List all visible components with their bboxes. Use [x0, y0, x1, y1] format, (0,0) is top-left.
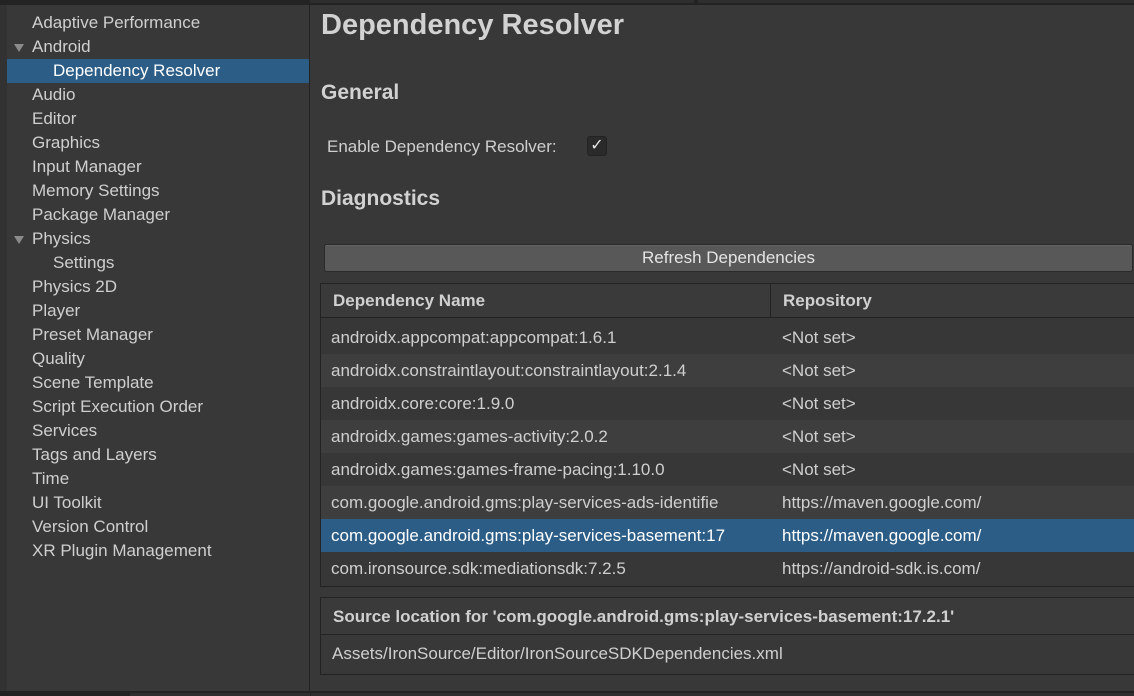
repository-cell: <Not set> — [782, 460, 856, 479]
dependency-name-cell: com.ironsource.sdk:mediationsdk:7.2.5 — [331, 559, 626, 578]
checkmark-icon: ✓ — [590, 137, 604, 154]
project-settings-window: Adaptive Performance Android Dependency … — [0, 0, 1134, 696]
dependency-name-cell: androidx.games:games-frame-pacing:1.10.0 — [331, 460, 665, 479]
dependency-name-cell: com.google.android.gms:play-services-bas… — [331, 526, 726, 545]
sidebar-item-quality[interactable]: Quality — [7, 347, 309, 371]
sidebar-item-physics-settings[interactable]: Settings — [7, 251, 309, 275]
repository-cell: <Not set> — [782, 394, 856, 413]
sidebar-item-tags-and-layers[interactable]: Tags and Layers — [7, 443, 309, 467]
table-header: Dependency Name Repository — [321, 284, 1134, 318]
source-location-panel: Source location for 'com.google.android.… — [320, 597, 1134, 675]
repository-cell: <Not set> — [782, 427, 856, 446]
repository-cell: https://maven.google.com/ — [782, 526, 982, 545]
sidebar-item-memory-settings[interactable]: Memory Settings — [7, 179, 309, 203]
sidebar-item-version-control[interactable]: Version Control — [7, 515, 309, 539]
column-header-dependency-name[interactable]: Dependency Name — [321, 284, 770, 318]
sidebar-item-adaptive-performance[interactable]: Adaptive Performance — [7, 11, 309, 35]
dependency-name-cell: androidx.appcompat:appcompat:1.6.1 — [331, 328, 617, 347]
sidebar-item-player[interactable]: Player — [7, 299, 309, 323]
repository-cell: <Not set> — [782, 328, 856, 347]
dependency-name-cell: androidx.games:games-activity:2.0.2 — [331, 427, 608, 446]
bottom-edge — [0, 691, 1134, 696]
sidebar-item-scene-template[interactable]: Scene Template — [7, 371, 309, 395]
diagnostics-heading: Diagnostics — [321, 187, 441, 210]
table-row[interactable]: com.ironsource.sdk:mediationsdk:7.2.5 ht… — [321, 552, 1134, 585]
refresh-dependencies-button[interactable]: Refresh Dependencies — [324, 244, 1133, 272]
table-row[interactable]: androidx.constraintlayout:constraintlayo… — [321, 354, 1134, 387]
sidebar-item-package-manager[interactable]: Package Manager — [7, 203, 309, 227]
dependency-name-cell: com.google.android.gms:play-services-ads… — [331, 493, 719, 512]
sidebar-item-services[interactable]: Services — [7, 419, 309, 443]
sidebar-item-android[interactable]: Android — [7, 35, 309, 59]
sidebar-item-preset-manager[interactable]: Preset Manager — [7, 323, 309, 347]
sidebar-item-ui-toolkit[interactable]: UI Toolkit — [7, 491, 309, 515]
page-title: Dependency Resolver — [321, 9, 625, 41]
sidebar-item-graphics[interactable]: Graphics — [7, 131, 309, 155]
foldout-expanded-icon[interactable] — [14, 44, 24, 52]
table-row[interactable]: com.google.android.gms:play-services-ads… — [321, 486, 1134, 519]
dependencies-table: Dependency Name Repository androidx.appc… — [320, 283, 1134, 587]
dependency-name-cell: androidx.constraintlayout:constraintlayo… — [331, 361, 687, 380]
table-row[interactable]: androidx.games:games-frame-pacing:1.10.0… — [321, 453, 1134, 486]
foldout-expanded-icon[interactable] — [14, 236, 24, 244]
settings-main-panel: Dependency Resolver General Enable Depen… — [311, 5, 1134, 691]
sidebar-item-script-execution-order[interactable]: Script Execution Order — [7, 395, 309, 419]
table-row[interactable]: androidx.games:games-activity:2.0.2 <Not… — [321, 420, 1134, 453]
repository-cell: https://android-sdk.is.com/ — [782, 559, 981, 578]
sidebar-item-input-manager[interactable]: Input Manager — [7, 155, 309, 179]
sidebar-item-time[interactable]: Time — [7, 467, 309, 491]
column-header-repository[interactable]: Repository — [771, 284, 1134, 318]
repository-cell: https://maven.google.com/ — [782, 493, 982, 512]
sidebar-item-editor[interactable]: Editor — [7, 107, 309, 131]
sidebar-item-xr-plugin-management[interactable]: XR Plugin Management — [7, 539, 309, 563]
sidebar-item-audio[interactable]: Audio — [7, 83, 309, 107]
table-row-selected[interactable]: com.google.android.gms:play-services-bas… — [321, 519, 1134, 552]
sidebar-item-dependency-resolver[interactable]: Dependency Resolver — [7, 59, 309, 83]
source-location-heading: Source location for 'com.google.android.… — [321, 598, 1134, 635]
repository-cell: <Not set> — [782, 361, 856, 380]
table-row[interactable]: androidx.core:core:1.9.0 <Not set> — [321, 387, 1134, 420]
enable-dependency-resolver-checkbox[interactable]: ✓ — [587, 136, 607, 156]
general-heading: General — [321, 81, 400, 104]
sidebar-item-physics-2d[interactable]: Physics 2D — [7, 275, 309, 299]
settings-sidebar: Adaptive Performance Android Dependency … — [0, 5, 310, 691]
dependency-name-cell: androidx.core:core:1.9.0 — [331, 394, 515, 413]
table-row[interactable]: androidx.appcompat:appcompat:1.6.1 <Not … — [321, 321, 1134, 354]
enable-dependency-resolver-label: Enable Dependency Resolver: — [327, 137, 557, 156]
source-location-path[interactable]: Assets/IronSource/Editor/IronSourceSDKDe… — [332, 636, 783, 672]
sidebar-item-physics[interactable]: Physics — [7, 227, 309, 251]
